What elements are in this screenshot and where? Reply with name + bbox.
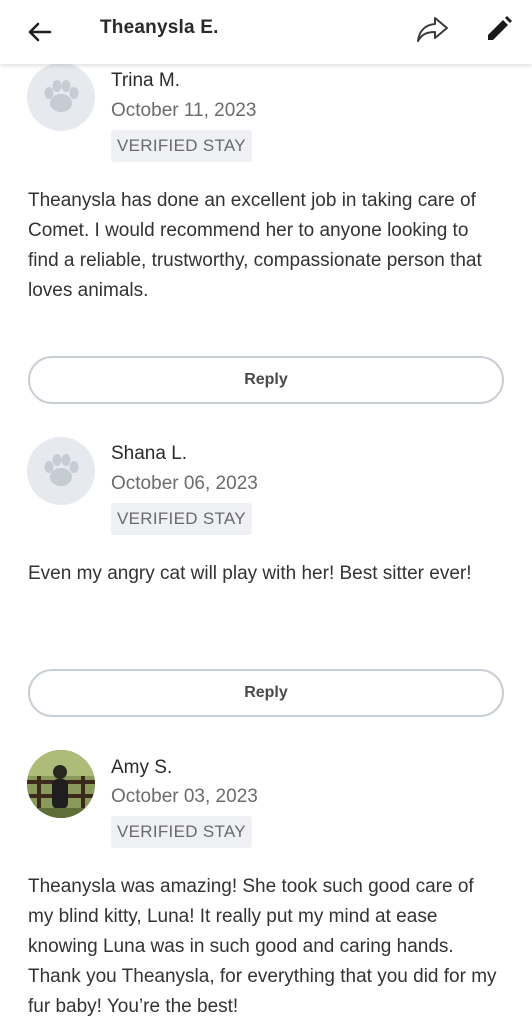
review-date: October 11, 2023	[111, 100, 257, 121]
review-text: Even my angry cat will play with her! Be…	[28, 563, 472, 584]
paw-icon	[44, 80, 79, 112]
avatar	[27, 750, 95, 818]
paw-icon	[44, 454, 79, 486]
reviewer-name: Trina M.	[111, 70, 180, 91]
user-photo	[27, 750, 95, 818]
page-title: Theanysla E.	[100, 17, 219, 38]
avatar	[27, 63, 95, 131]
share-button[interactable]	[412, 10, 452, 50]
app-header: Theanysla E.	[0, 0, 532, 64]
review-text: Theanysla was amazing! She took such goo…	[28, 876, 497, 1017]
arrow-left-icon	[28, 22, 52, 42]
verified-badge: VERIFIED STAY	[111, 503, 252, 535]
review-text: Theanysla has done an excellent job in t…	[28, 190, 482, 301]
back-button[interactable]	[22, 14, 58, 50]
verified-badge: VERIFIED STAY	[111, 816, 252, 848]
verified-badge: VERIFIED STAY	[111, 130, 252, 162]
reviewer-name: Amy S.	[111, 757, 173, 778]
pencil-icon	[488, 16, 512, 40]
edit-button[interactable]	[478, 10, 518, 50]
reply-button[interactable]: Reply	[28, 669, 504, 717]
share-icon	[417, 17, 448, 42]
reviewer-name: Shana L.	[111, 443, 188, 464]
review-date: October 06, 2023	[111, 473, 258, 494]
reply-button[interactable]: Reply	[28, 356, 504, 404]
avatar	[27, 437, 95, 505]
review-date: October 03, 2023	[111, 786, 258, 807]
